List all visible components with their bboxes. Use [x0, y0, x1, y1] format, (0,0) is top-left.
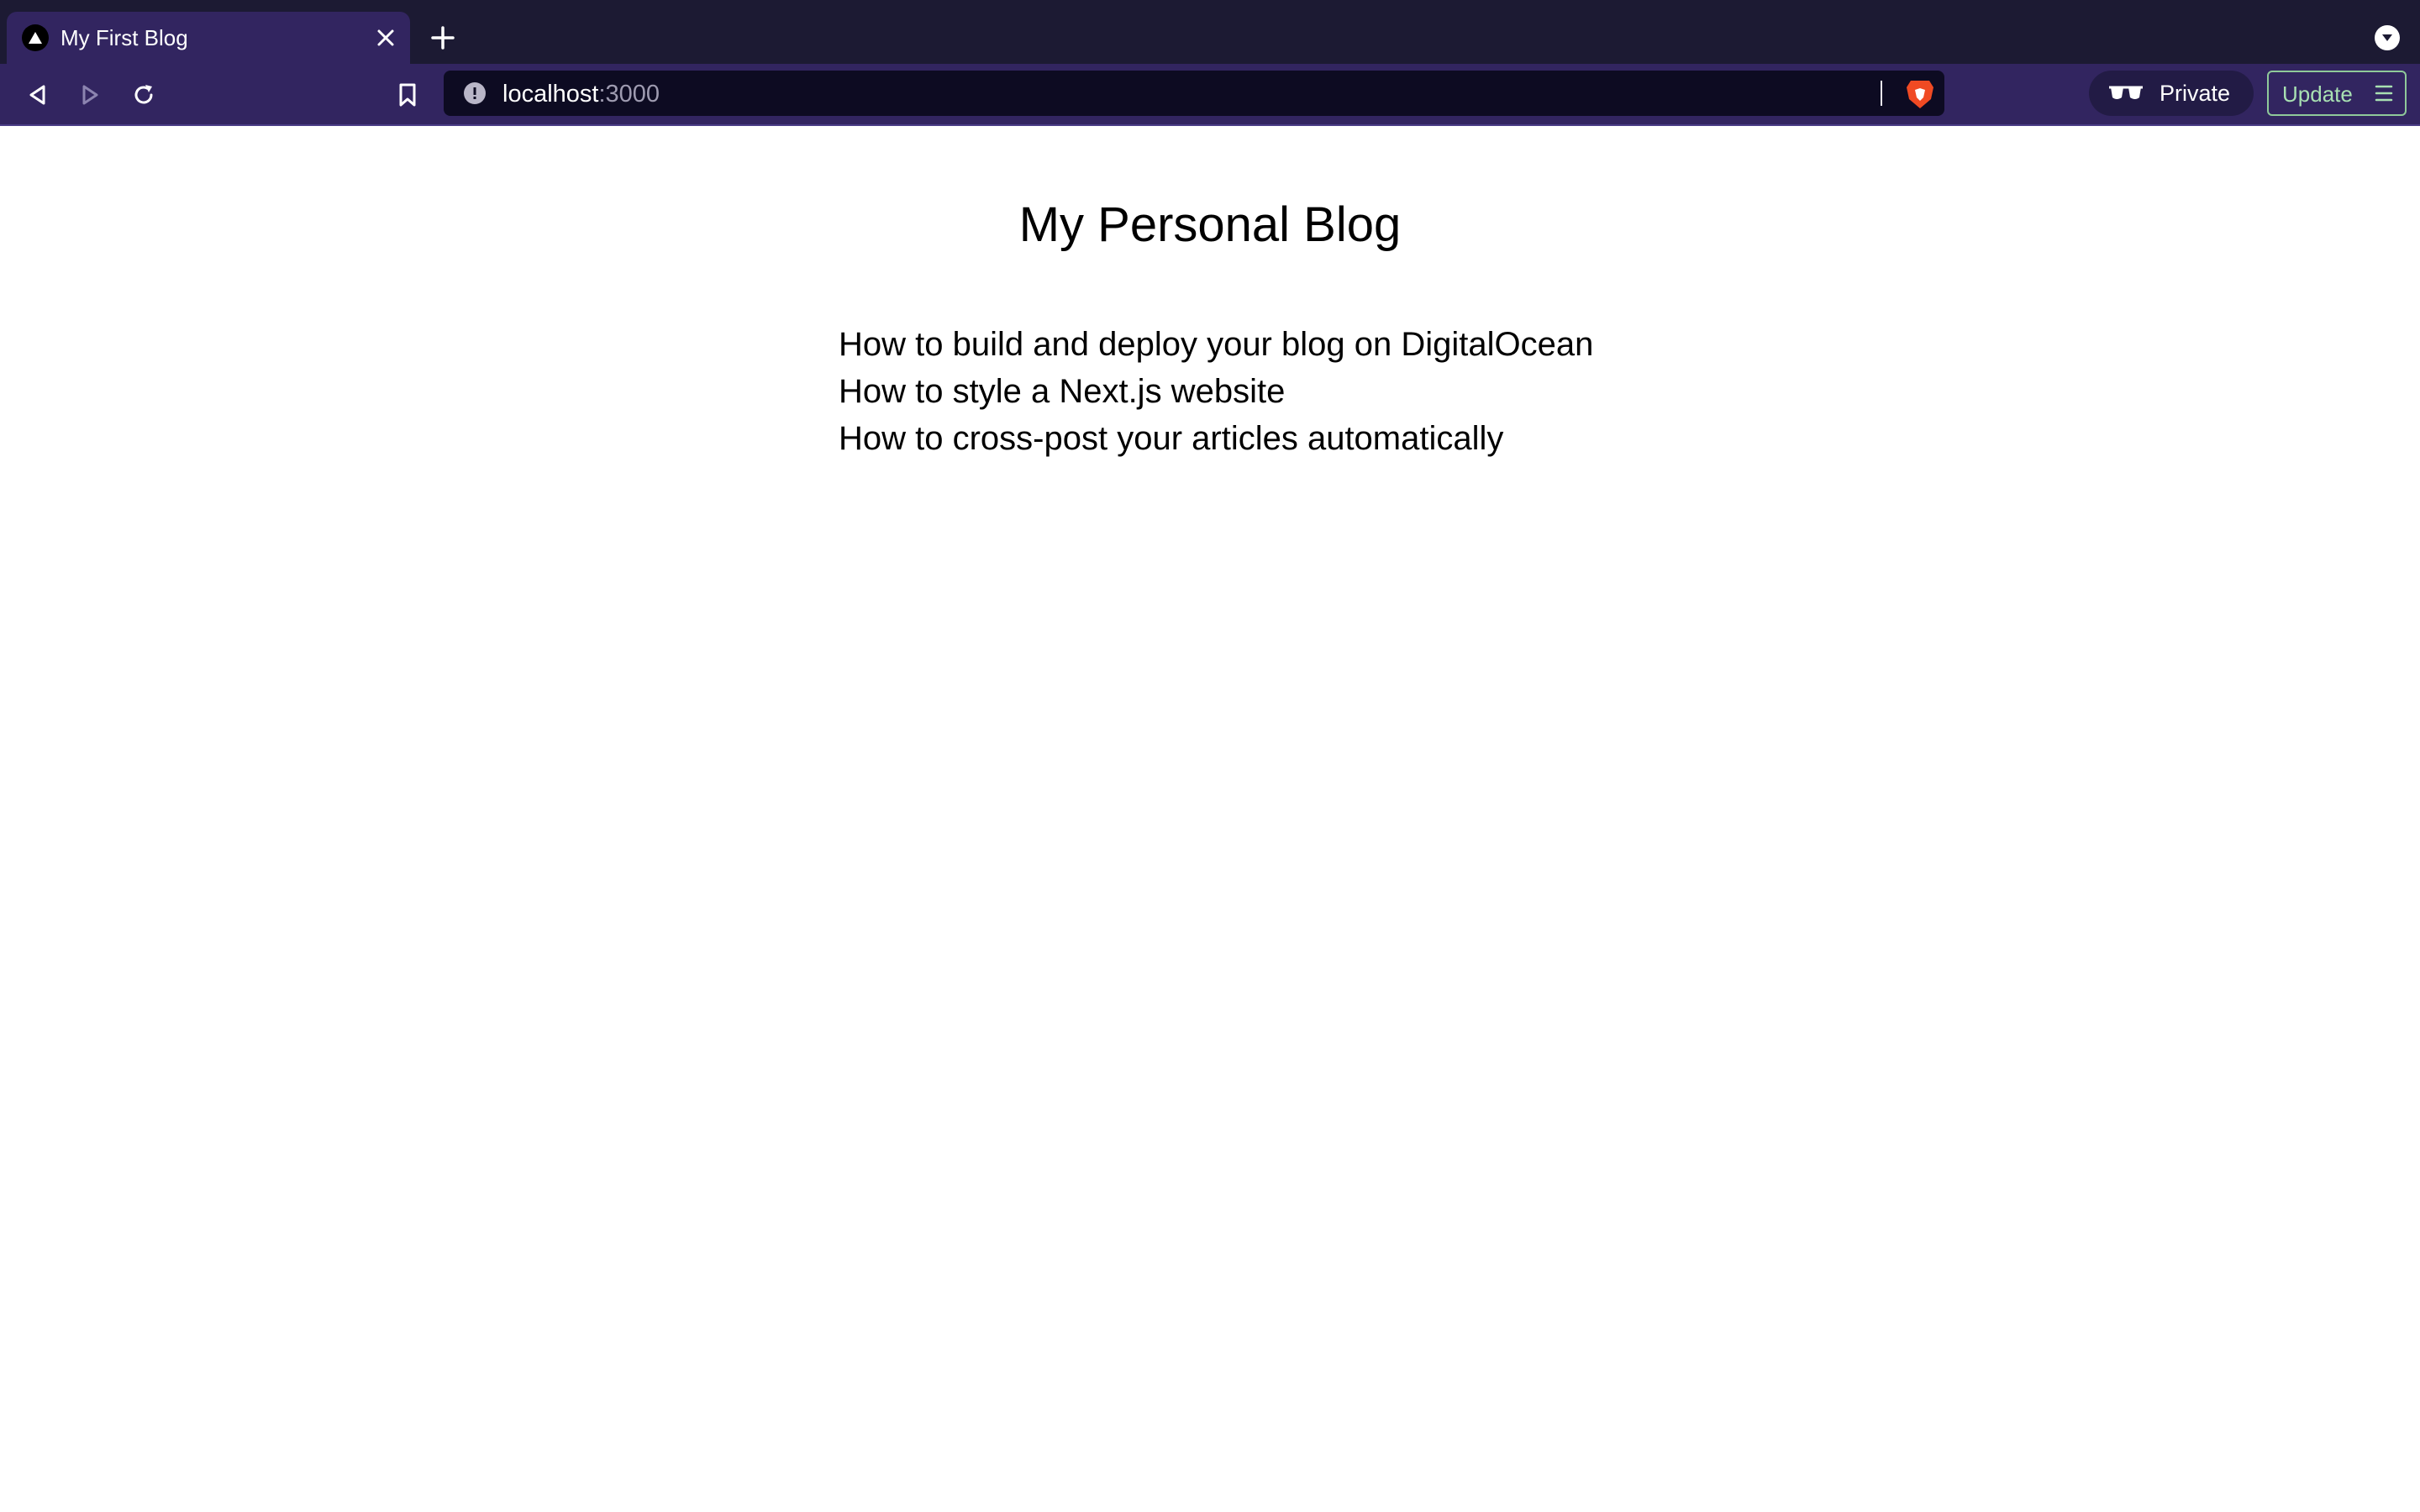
- info-icon[interactable]: [464, 82, 486, 104]
- private-window-indicator[interactable]: Private: [2089, 71, 2254, 116]
- update-label: Update: [2282, 81, 2353, 107]
- url-text[interactable]: localhost:3000: [502, 81, 660, 108]
- address-divider: [1881, 81, 1882, 106]
- post-link[interactable]: How to cross-post your articles automati…: [839, 415, 1593, 462]
- back-icon[interactable]: [20, 77, 55, 113]
- tab-title: My First Blog: [60, 25, 188, 50]
- page-title: My Personal Blog: [1018, 197, 1402, 252]
- tab-strip: My First Blog: [0, 0, 2420, 64]
- forward-icon[interactable]: [72, 77, 108, 113]
- chevron-down-icon[interactable]: [2375, 25, 2400, 50]
- url-host: localhost: [502, 81, 599, 108]
- browser-toolbar: localhost:3000 Private Update: [0, 64, 2420, 126]
- bookmark-icon[interactable]: [390, 77, 425, 113]
- private-label: Private: [2160, 81, 2231, 106]
- close-icon[interactable]: [371, 24, 400, 52]
- private-glasses-icon: [2107, 82, 2144, 104]
- tab-my-first-blog[interactable]: My First Blog: [7, 12, 410, 64]
- plus-icon[interactable]: [427, 22, 459, 54]
- post-link[interactable]: How to style a Next.js website: [839, 368, 1593, 415]
- post-link[interactable]: How to build and deploy your blog on Dig…: [839, 321, 1593, 368]
- address-bar[interactable]: localhost:3000: [444, 71, 1944, 116]
- nextjs-triangle-icon: [22, 24, 49, 51]
- post-list: How to build and deploy your blog on Dig…: [839, 321, 1593, 462]
- hamburger-icon[interactable]: [2375, 84, 2393, 102]
- url-port: :3000: [598, 81, 660, 108]
- brave-shield-icon[interactable]: [1904, 77, 1936, 111]
- reload-icon[interactable]: [126, 77, 161, 113]
- update-button[interactable]: Update: [2267, 71, 2407, 116]
